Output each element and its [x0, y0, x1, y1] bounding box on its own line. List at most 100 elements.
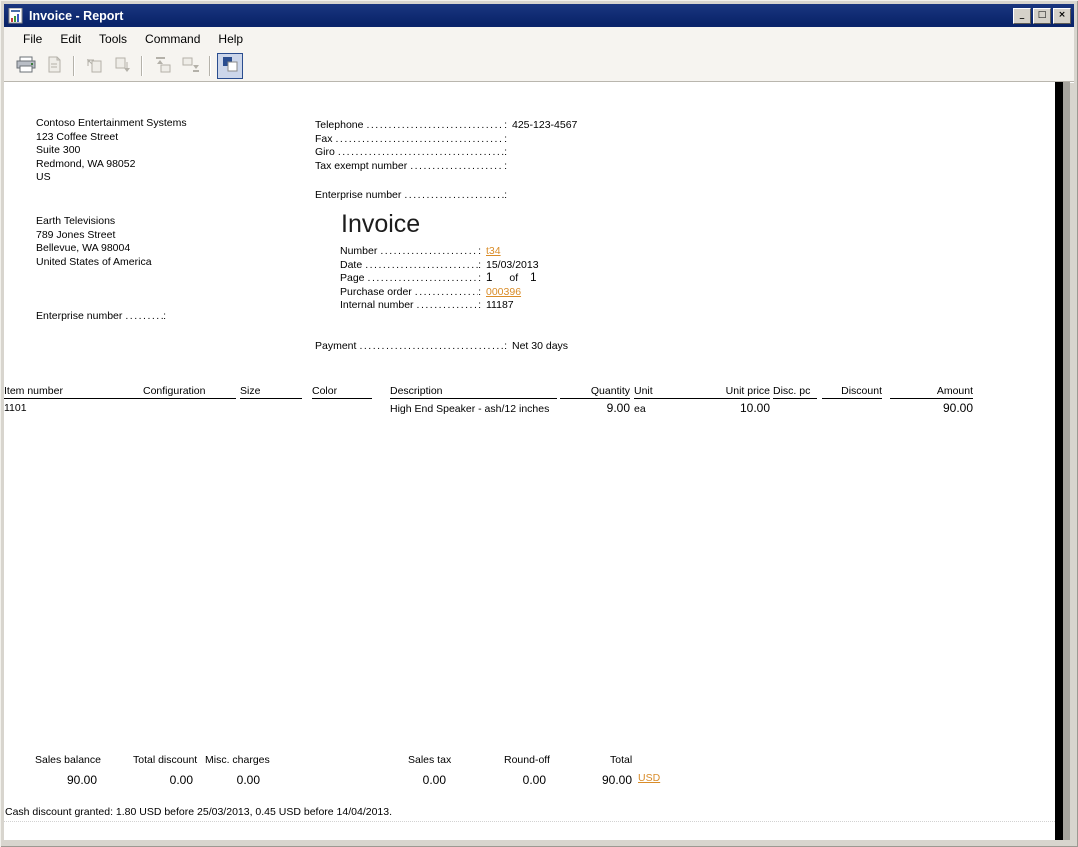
menu-command[interactable]: Command: [136, 29, 209, 49]
report-viewport: Contoso Entertainment Systems 123 Coffee…: [4, 82, 1070, 840]
minimize-button[interactable]: _: [1013, 8, 1031, 24]
export-icon: [45, 56, 63, 76]
column-disc-pct: Disc. pc: [773, 385, 817, 399]
internal-number-value: 11187: [486, 299, 514, 311]
title-bar[interactable]: Invoice - Report _ □ ×: [4, 4, 1074, 27]
copy-previous-icon: [85, 56, 104, 76]
first-page-button: [149, 53, 175, 79]
last-page-icon: [181, 56, 200, 76]
dot-leader: ........................................…: [401, 189, 504, 201]
tax-exempt-label: Tax exempt number: [315, 160, 407, 172]
misc-charges-value: 0.00: [205, 773, 260, 787]
copy-next-button: [109, 53, 135, 79]
export-button: [41, 53, 67, 79]
menu-bar: File Edit Tools Command Help: [4, 27, 1074, 50]
field-fax: Fax ....................................…: [315, 133, 512, 145]
dot-leader: ........................................…: [122, 310, 163, 322]
close-button[interactable]: ×: [1053, 8, 1071, 24]
window-title: Invoice - Report: [29, 9, 1013, 23]
report-app-icon: [8, 8, 24, 24]
purchase-order-link[interactable]: 000396: [486, 286, 521, 298]
field-tax-exempt: Tax exempt number ......................…: [315, 160, 512, 172]
cell-unit-price: 10.00: [706, 401, 770, 415]
enterprise-number-label: Enterprise number: [315, 189, 401, 201]
copy-previous-button: [81, 53, 107, 79]
column-discount: Discount: [822, 385, 882, 399]
sender-suite: Suite 300: [36, 144, 187, 158]
total-grand: Total 90.00: [600, 754, 632, 787]
column-configuration: Configuration: [143, 385, 236, 399]
total-discount-label: Total discount: [133, 754, 193, 766]
column-unit-price: Unit price: [706, 385, 770, 399]
dot-leader: ........................................…: [333, 133, 505, 145]
customer-country: United States of America: [36, 256, 152, 270]
cell-item-number: 1101: [4, 402, 27, 414]
cash-discount-note: Cash discount granted: 1.80 USD before 2…: [5, 806, 392, 818]
toolbar-separator: [141, 56, 143, 76]
field-invoice-number: Number .................................…: [340, 245, 501, 257]
dot-leader: ........................................…: [363, 119, 504, 131]
field-telephone: Telephone ..............................…: [315, 119, 577, 131]
field-payment: Payment ................................…: [315, 340, 568, 352]
total-label: Total: [610, 754, 632, 766]
currency-link[interactable]: USD: [638, 772, 660, 784]
cell-description: High End Speaker - ash/12 inches: [390, 402, 560, 416]
window-controls: _ □ ×: [1013, 8, 1071, 24]
menu-edit[interactable]: Edit: [51, 29, 90, 49]
dot-leader: ........................................…: [407, 160, 504, 172]
dot-leader: ........................................…: [414, 299, 479, 311]
enterprise-left-label: Enterprise number: [36, 310, 122, 322]
sender-address: Contoso Entertainment Systems 123 Coffee…: [36, 117, 187, 185]
invoice-heading: Invoice: [341, 210, 420, 238]
sender-street: 123 Coffee Street: [36, 131, 187, 145]
toolbar-separator: [73, 56, 75, 76]
invoice-number-label: Number: [340, 245, 377, 257]
field-giro: Giro ...................................…: [315, 146, 512, 158]
field-invoice-date: Date ...................................…: [340, 259, 539, 271]
column-description: Description: [390, 385, 557, 399]
column-size: Size: [240, 385, 302, 399]
sales-tax-value: 0.00: [408, 773, 446, 787]
fit-window-button[interactable]: [217, 53, 243, 79]
telephone-value: 425-123-4567: [512, 119, 577, 131]
last-page-button: [177, 53, 203, 79]
column-amount: Amount: [890, 385, 973, 399]
sender-name: Contoso Entertainment Systems: [36, 117, 187, 131]
report-page: Contoso Entertainment Systems 123 Coffee…: [4, 82, 1055, 840]
payment-value: Net 30 days: [512, 340, 568, 352]
field-internal-number: Internal number ........................…: [340, 299, 514, 311]
dot-leader: ........................................…: [412, 286, 478, 298]
total-misc-charges: Misc. charges 0.00: [205, 754, 260, 787]
dot-leader: ........................................…: [365, 272, 479, 284]
misc-charges-label: Misc. charges: [205, 754, 260, 766]
sender-city: Redmond, WA 98052: [36, 158, 187, 172]
print-button[interactable]: [13, 53, 39, 79]
invoice-number-link[interactable]: t34: [486, 245, 501, 257]
invoice-date-value: 15/03/2013: [486, 259, 539, 271]
invoice-page-current: 1: [486, 272, 492, 284]
dot-leader: ........................................…: [335, 146, 504, 158]
field-invoice-page: Page ...................................…: [340, 272, 537, 284]
cell-quantity: 9.00: [560, 401, 630, 415]
total-round-off: Round-off 0.00: [504, 754, 546, 787]
app-window: Invoice - Report _ □ × File Edit Tools C…: [0, 0, 1078, 847]
total-sales-tax: Sales tax 0.00: [408, 754, 446, 787]
invoice-page-total: 1: [530, 272, 536, 284]
copy-next-icon: [113, 56, 132, 76]
payment-label: Payment: [315, 340, 356, 352]
page-edge-shadow: [1055, 82, 1063, 840]
sales-balance-value: 90.00: [35, 773, 97, 787]
field-purchase-order: Purchase order .........................…: [340, 286, 521, 298]
menu-tools[interactable]: Tools: [90, 29, 136, 49]
page-break-line: [4, 821, 1055, 822]
menu-file[interactable]: File: [14, 29, 51, 49]
total-discount-value: 0.00: [133, 773, 193, 787]
total-value: 90.00: [600, 773, 632, 787]
round-off-label: Round-off: [504, 754, 546, 766]
maximize-button[interactable]: □: [1033, 8, 1051, 24]
invoice-page-label: Page: [340, 272, 365, 284]
sender-country: US: [36, 171, 187, 185]
fax-label: Fax: [315, 133, 333, 145]
menu-help[interactable]: Help: [209, 29, 252, 49]
customer-street: 789 Jones Street: [36, 229, 152, 243]
